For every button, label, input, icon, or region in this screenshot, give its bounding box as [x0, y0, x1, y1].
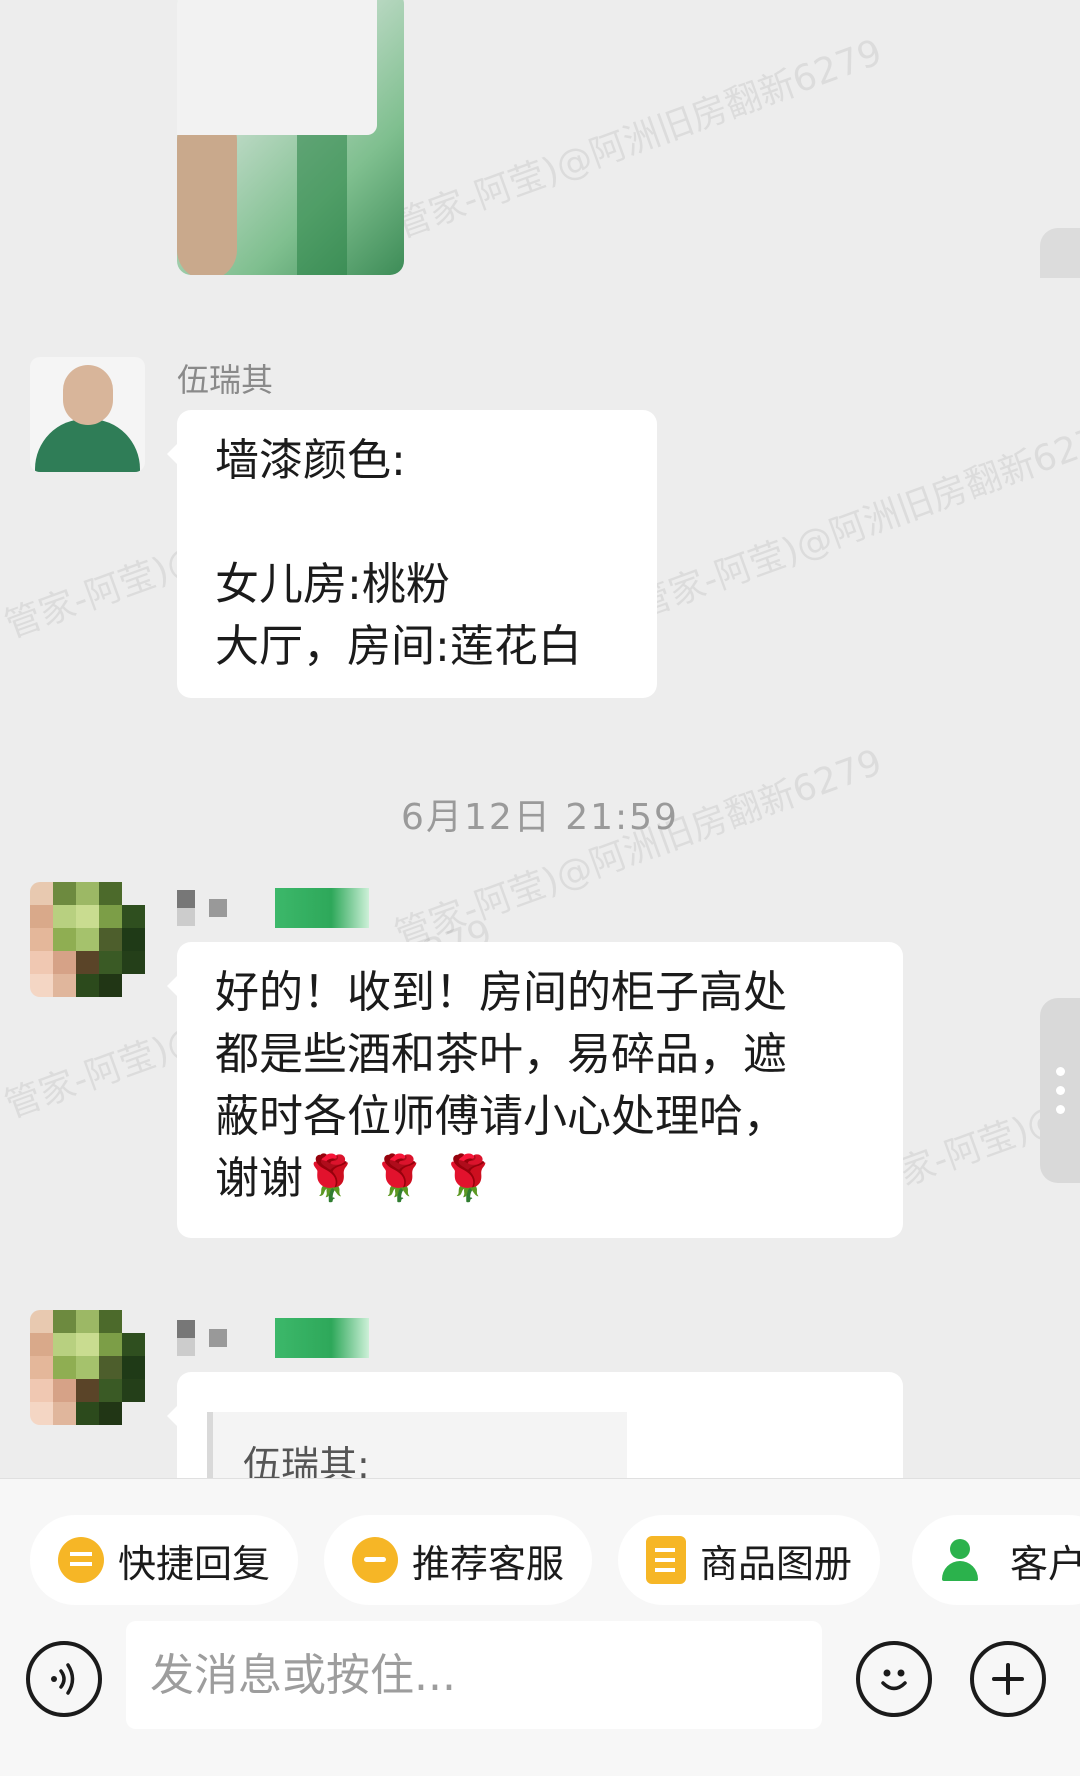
message-bubble[interactable]: 好的！收到！房间的柜子高处 都是些酒和茶叶，易碎品，遮 蔽时各位师傅请小心处理哈…: [167, 942, 903, 1238]
message-line: 女儿房:桃粉: [215, 559, 450, 610]
quick-reply-label: 快捷回复: [118, 1541, 271, 1586]
recommend-service-label: 推荐客服: [412, 1541, 565, 1586]
chat-screen: 管家-阿莹)@阿洲旧房翻新6279 管家-阿莹)@阿洲旧房翻新6279 管家-阿…: [0, 0, 1080, 1776]
message-line: 好的！收到！房间的柜子高处: [215, 967, 787, 1018]
message-bubble[interactable]: 墙漆颜色: 女儿房:桃粉 大厅，房间:莲花白: [167, 410, 657, 698]
customer-icon: [940, 1537, 996, 1583]
message-line: 蔽时各位师傅请小心处理哈，: [215, 1091, 787, 1142]
watermark: 管家-阿莹)@阿洲旧房翻新6279: [389, 32, 888, 247]
quick-action-bar: 快捷回复 推荐客服 商品图册 客户: [0, 1515, 1080, 1605]
product-album-icon: [646, 1536, 686, 1584]
sender-name: 伍瑞其: [177, 361, 274, 399]
message-line: 大厅，房间:莲花白: [215, 621, 582, 672]
watermark: 管家-阿莹)@阿洲旧房翻新6279: [629, 412, 1080, 627]
product-album-button[interactable]: 商品图册: [618, 1515, 881, 1605]
recommend-service-button[interactable]: 推荐客服: [324, 1515, 593, 1605]
plus-icon[interactable]: [970, 1641, 1046, 1717]
quick-reply-icon: [58, 1537, 104, 1583]
customer-button[interactable]: 客户: [912, 1515, 1080, 1605]
image-message[interactable]: [177, 0, 404, 275]
quick-reply-button[interactable]: 快捷回复: [30, 1515, 299, 1605]
input-row: [0, 1621, 1080, 1751]
message-line: 谢谢🌹 🌹 🌹: [215, 1153, 496, 1204]
emoji-icon[interactable]: [856, 1641, 932, 1717]
voice-icon[interactable]: [26, 1641, 102, 1717]
recommend-service-icon: [352, 1537, 398, 1583]
bottom-panel: 快捷回复 推荐客服 商品图册 客户: [0, 1478, 1080, 1776]
sender-name-obscured: [177, 888, 369, 928]
more-options-handle[interactable]: [1040, 998, 1080, 1183]
avatar[interactable]: [30, 882, 145, 997]
customer-label: 客户: [1010, 1541, 1080, 1586]
avatar[interactable]: [30, 357, 145, 472]
message-input[interactable]: [126, 1621, 822, 1729]
timestamp: 6月12日 21:59: [401, 797, 679, 838]
avatar[interactable]: [30, 1310, 145, 1425]
message-line: 墙漆颜色:: [215, 435, 406, 486]
panel-handle[interactable]: [1040, 228, 1080, 278]
sender-name-obscured: [177, 1318, 369, 1358]
watermark: 管家-阿莹)@阿洲旧房翻新6279: [389, 742, 888, 957]
message-line: 都是些酒和茶叶，易碎品，遮: [215, 1029, 787, 1080]
product-album-label: 商品图册: [700, 1541, 853, 1586]
